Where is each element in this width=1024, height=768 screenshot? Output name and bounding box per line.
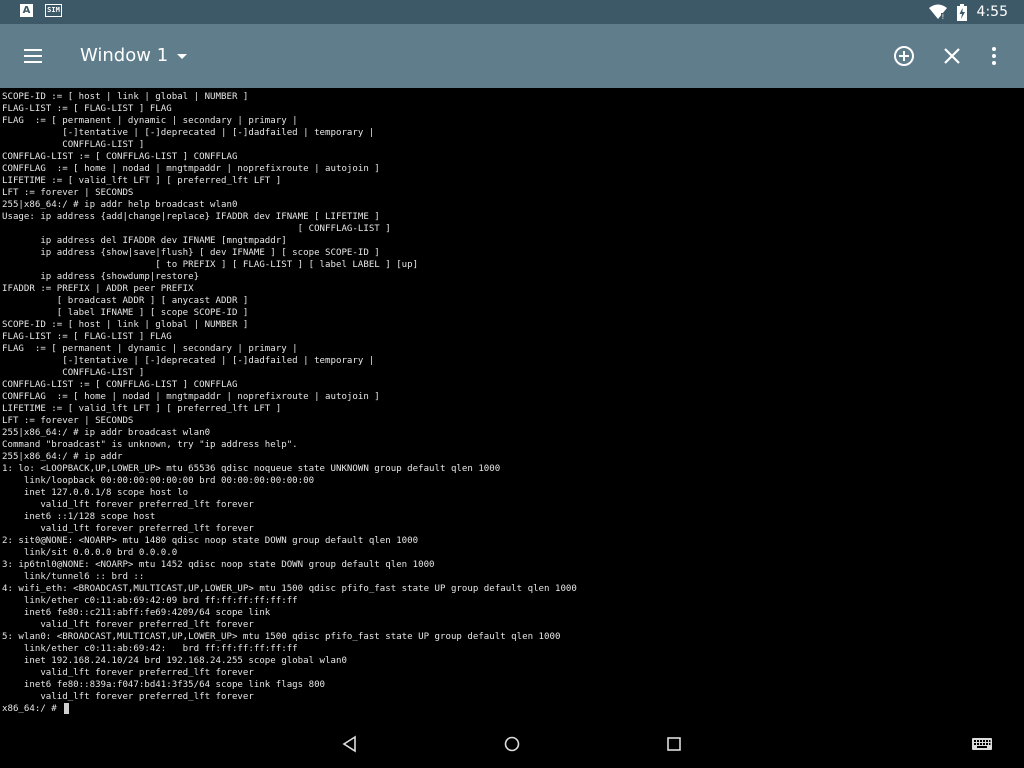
terminal-line: CONFFLAG-LIST ]: [2, 368, 145, 378]
terminal-view[interactable]: SCOPE-ID := [ host | link | global | NUM…: [0, 88, 1024, 720]
terminal-line: link/sit 0.0.0.0 brd 0.0.0.0: [2, 548, 178, 558]
menu-icon[interactable]: [24, 46, 44, 66]
terminal-line: link/ether c0:11:ab:69:42: brd ff:ff:ff:…: [2, 644, 298, 654]
terminal-line: 255|x86_64:/ # ip addr: [2, 452, 123, 462]
add-circle-icon[interactable]: [892, 44, 916, 68]
terminal-line: [ to PREFIX ] [ FLAG-LIST ] [ label LABE…: [2, 260, 419, 270]
terminal-line: [ CONFFLAG-LIST ]: [2, 224, 391, 234]
terminal-line: 3: ip6tnl0@NONE: <NOARP> mtu 1452 qdisc …: [2, 560, 435, 570]
terminal-line: CONFFLAG-LIST := [ CONFFLAG-LIST ] CONFF…: [2, 380, 238, 390]
terminal-line: 4: wifi_eth: <BROADCAST,MULTICAST,UP,LOW…: [2, 584, 577, 594]
window-title-dropdown[interactable]: Window 1: [80, 44, 168, 68]
terminal-line: link/ether c0:11:ab:69:42:09 brd ff:ff:f…: [2, 596, 298, 606]
terminal-line: CONFFLAG-LIST ]: [2, 140, 145, 150]
battery-icon: [956, 3, 967, 21]
clock-time: 4:55: [976, 4, 1008, 20]
more-vert-icon[interactable]: [982, 44, 1006, 68]
terminal-line: valid_lft forever preferred_lft forever: [2, 500, 254, 510]
terminal-line: ip address {showdump|restore}: [2, 272, 200, 282]
terminal-line: valid_lft forever preferred_lft forever: [2, 524, 254, 534]
terminal-line: inet 192.168.24.10/24 brd 192.168.24.255…: [2, 656, 347, 666]
terminal-line: inet6 fe80::839a:f047:bd41:3f35/64 scope…: [2, 680, 326, 690]
text-a-icon: A: [20, 4, 33, 17]
recents-icon[interactable]: [664, 734, 684, 754]
terminal-line: inet6 ::1/128 scope host: [2, 512, 156, 522]
terminal-line: CONFFLAG-LIST := [ CONFFLAG-LIST ] CONFF…: [2, 152, 238, 162]
terminal-line: [-]tentative | [-]deprecated | [-]dadfai…: [2, 128, 375, 138]
terminal-line: inet6 fe80::c211:abff:fe69:4209/64 scope…: [2, 608, 271, 618]
terminal-line: Command "broadcast" is unknown, try "ip …: [2, 440, 298, 450]
svg-text:!: !: [941, 13, 944, 20]
terminal-line: SCOPE-ID := [ host | link | global | NUM…: [2, 320, 249, 330]
sim-card-icon: SIM: [45, 4, 62, 17]
terminal-line: FLAG := [ permanent | dynamic | secondar…: [2, 344, 298, 354]
terminal-line: LIFETIME := [ valid_lft LFT ] [ preferre…: [2, 404, 282, 414]
terminal-line: FLAG-LIST := [ FLAG-LIST ] FLAG: [2, 332, 172, 342]
terminal-line: 2: sit0@NONE: <NOARP> mtu 1480 qdisc noo…: [2, 536, 419, 546]
terminal-line: link/loopback 00:00:00:00:00:00 brd 00:0…: [2, 476, 315, 486]
terminal-line: LFT := forever | SECONDS: [2, 188, 134, 198]
terminal-line: LFT := forever | SECONDS: [2, 416, 134, 426]
keyboard-icon[interactable]: [970, 734, 994, 754]
terminal-line: Usage: ip address {add|change|replace} I…: [2, 212, 380, 222]
terminal-line: 1: lo: <LOOPBACK,UP,LOWER_UP> mtu 65536 …: [2, 464, 501, 474]
terminal-line: 255|x86_64:/ # ip addr help broadcast wl…: [2, 200, 238, 210]
terminal-line: [ label IFNAME ] [ scope SCOPE-ID ]: [2, 308, 249, 318]
app-toolbar: Window 1: [0, 24, 1024, 88]
system-nav-bar: [0, 720, 1024, 768]
terminal-output: SCOPE-ID := [ host | link | global | NUM…: [2, 91, 577, 715]
terminal-line: IFADDR := PREFIX | ADDR peer PREFIX: [2, 284, 194, 294]
close-icon[interactable]: [940, 44, 964, 68]
status-bar: A SIM ! 4:55: [0, 0, 1024, 24]
wifi-icon: !: [928, 4, 947, 20]
terminal-line: ip address {show|save|flush} [ dev IFNAM…: [2, 248, 380, 258]
terminal-line: LIFETIME := [ valid_lft LFT ] [ preferre…: [2, 176, 282, 186]
terminal-line: [-]tentative | [-]deprecated | [-]dadfai…: [2, 356, 375, 366]
terminal-line: 5: wlan0: <BROADCAST,MULTICAST,UP,LOWER_…: [2, 632, 561, 642]
terminal-line: FLAG-LIST := [ FLAG-LIST ] FLAG: [2, 104, 172, 114]
terminal-line: SCOPE-ID := [ host | link | global | NUM…: [2, 92, 249, 102]
terminal-line: valid_lft forever preferred_lft forever: [2, 620, 254, 630]
back-icon[interactable]: [340, 734, 360, 754]
terminal-line: inet 127.0.0.1/8 scope host lo: [2, 488, 189, 498]
home-icon[interactable]: [502, 734, 522, 754]
terminal-prompt-line[interactable]: x86_64:/ #: [2, 703, 577, 715]
terminal-line: valid_lft forever preferred_lft forever: [2, 692, 254, 702]
terminal-line: valid_lft forever preferred_lft forever: [2, 668, 254, 678]
terminal-prompt: x86_64:/ #: [2, 704, 63, 714]
text-cursor: [64, 703, 70, 714]
terminal-line: [ broadcast ADDR ] [ anycast ADDR ]: [2, 296, 249, 306]
status-left: A SIM: [20, 4, 62, 17]
terminal-line: CONFFLAG := [ home | nodad | mngtmpaddr …: [2, 392, 380, 402]
terminal-line: FLAG := [ permanent | dynamic | secondar…: [2, 116, 298, 126]
terminal-line: 255|x86_64:/ # ip addr broadcast wlan0: [2, 428, 211, 438]
terminal-line: ip address del IFADDR dev IFNAME [mngtmp…: [2, 236, 287, 246]
chevron-down-icon[interactable]: [177, 54, 187, 59]
terminal-line: CONFFLAG := [ home | nodad | mngtmpaddr …: [2, 164, 380, 174]
terminal-line: link/tunnel6 :: brd ::: [2, 572, 145, 582]
status-right: ! 4:55: [928, 3, 1008, 21]
